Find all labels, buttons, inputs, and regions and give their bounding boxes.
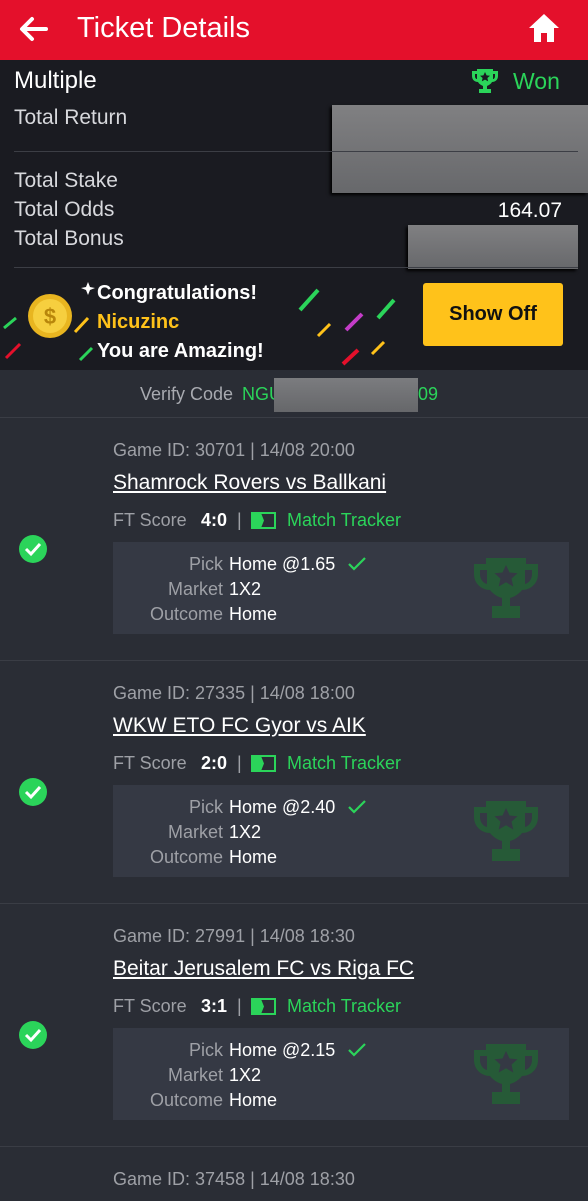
- pick-label: Pick: [188, 797, 223, 817]
- ticket-summary: Multiple Won Total Return Total Stake To…: [0, 60, 588, 370]
- game-id: Game ID: 27991 | 14/08 18:30: [113, 926, 355, 946]
- market-label: Market: [167, 822, 223, 842]
- trophy-watermark-icon: [474, 801, 538, 861]
- coin-icon: $: [28, 294, 72, 338]
- ft-score-label: FT Score: [113, 996, 187, 1016]
- ft-score: 3:1: [201, 996, 228, 1016]
- trophy-icon: [472, 69, 498, 93]
- outcome-value: Home: [229, 847, 278, 867]
- pick-label: Pick: [188, 554, 223, 574]
- checkmark-icon: [348, 800, 366, 814]
- verify-code-label: Verify Code: [140, 384, 234, 404]
- status-text: Won: [513, 68, 560, 94]
- game-id: Game ID: 27335 | 14/08 18:00: [113, 683, 355, 703]
- trophy-watermark-icon: [474, 1044, 538, 1104]
- svg-text:$: $: [44, 304, 56, 329]
- match-tracker-link[interactable]: Match Tracker: [287, 994, 401, 1018]
- pick-details: Pick Home @2.40 Market 1X2 Outcome Home: [113, 785, 569, 877]
- check-circle-icon: [19, 1021, 47, 1049]
- match-teams[interactable]: Beitar Jerusalem FC vs Riga FC: [113, 956, 414, 982]
- amazing-text: You are Amazing!: [97, 340, 264, 362]
- match-teams[interactable]: Shamrock Rovers vs Ballkani: [113, 470, 386, 496]
- page-title: Ticket Details: [77, 12, 250, 44]
- match-tracker-icon[interactable]: [251, 512, 276, 529]
- trophy-watermark-icon: [474, 558, 538, 618]
- checkmark-icon: [348, 557, 366, 571]
- market-value: 1X2: [229, 822, 262, 842]
- check-circle-icon: [19, 535, 47, 563]
- market-value: 1X2: [229, 579, 262, 599]
- congrats-text: Congratulations!: [97, 282, 257, 304]
- checkmark-icon: [348, 1043, 366, 1057]
- pick-details: Pick Home @1.65 Market 1X2 Outcome Home: [113, 542, 569, 634]
- check-circle-icon: [19, 778, 47, 806]
- total-bonus-label: Total Bonus: [14, 227, 124, 250]
- show-off-button[interactable]: Show Off: [423, 283, 563, 346]
- outcome-label: Outcome: [149, 847, 223, 867]
- match-tracker-link[interactable]: Match Tracker: [287, 751, 401, 775]
- outcome-label: Outcome: [149, 1090, 223, 1110]
- total-return-redacted: [332, 105, 588, 193]
- outcome-label: Outcome: [149, 604, 223, 624]
- pick-value: Home @2.15: [229, 1040, 336, 1060]
- pick-details: Pick Home @2.15 Market 1X2 Outcome Home: [113, 1028, 569, 1120]
- total-bonus-redacted: [408, 225, 578, 269]
- pick-value: Home @2.40: [229, 797, 336, 817]
- outcome-value: Home: [229, 604, 278, 624]
- bet-type: Multiple: [14, 67, 97, 94]
- match-tracker-icon[interactable]: [251, 755, 276, 772]
- outcome-value: Home: [229, 1090, 278, 1110]
- divider: [14, 267, 578, 268]
- pick-value: Home @1.65: [229, 554, 336, 574]
- match-tracker-link[interactable]: Match Tracker: [287, 508, 401, 532]
- app-header: Ticket Details: [0, 0, 588, 60]
- game-card[interactable]: Game ID: 30701 | 14/08 20:00 Shamrock Ro…: [0, 417, 588, 660]
- total-odds-value: 164.07: [497, 199, 562, 222]
- market-label: Market: [167, 579, 223, 599]
- arrow-left-icon[interactable]: [16, 12, 50, 46]
- match-teams[interactable]: WKW ETO FC Gyor vs AIK: [113, 713, 366, 739]
- verify-code-end: 09: [418, 384, 439, 404]
- game-card[interactable]: Game ID: 27991 | 14/08 18:30 Beitar Jeru…: [0, 903, 588, 1146]
- separator: |: [237, 510, 242, 530]
- total-stake-label: Total Stake: [14, 169, 118, 192]
- game-id: Game ID: 37458 | 14/08 18:30: [113, 1169, 355, 1189]
- divider: [14, 151, 578, 152]
- separator: |: [237, 753, 242, 773]
- verify-code-row: Verify Code NGU 09: [0, 370, 588, 416]
- ft-score-label: FT Score: [113, 510, 187, 530]
- home-icon[interactable]: [527, 12, 561, 44]
- market-value: 1X2: [229, 1065, 262, 1085]
- pick-label: Pick: [188, 1040, 223, 1060]
- separator: |: [237, 996, 242, 1016]
- ft-score: 4:0: [201, 510, 228, 530]
- ft-score-label: FT Score: [113, 753, 187, 773]
- verify-code-redacted: [274, 378, 418, 412]
- match-tracker-icon[interactable]: [251, 998, 276, 1015]
- game-card[interactable]: Game ID: 27335 | 14/08 18:00 WKW ETO FC …: [0, 660, 588, 903]
- game-id: Game ID: 30701 | 14/08 20:00: [113, 440, 355, 460]
- market-label: Market: [167, 1065, 223, 1085]
- total-odds-label: Total Odds: [14, 198, 115, 221]
- total-return-label: Total Return: [14, 106, 128, 129]
- game-card[interactable]: Game ID: 37458 | 14/08 18:30: [0, 1146, 588, 1201]
- username: Nicuzinc: [97, 311, 180, 333]
- ft-score: 2:0: [201, 753, 228, 773]
